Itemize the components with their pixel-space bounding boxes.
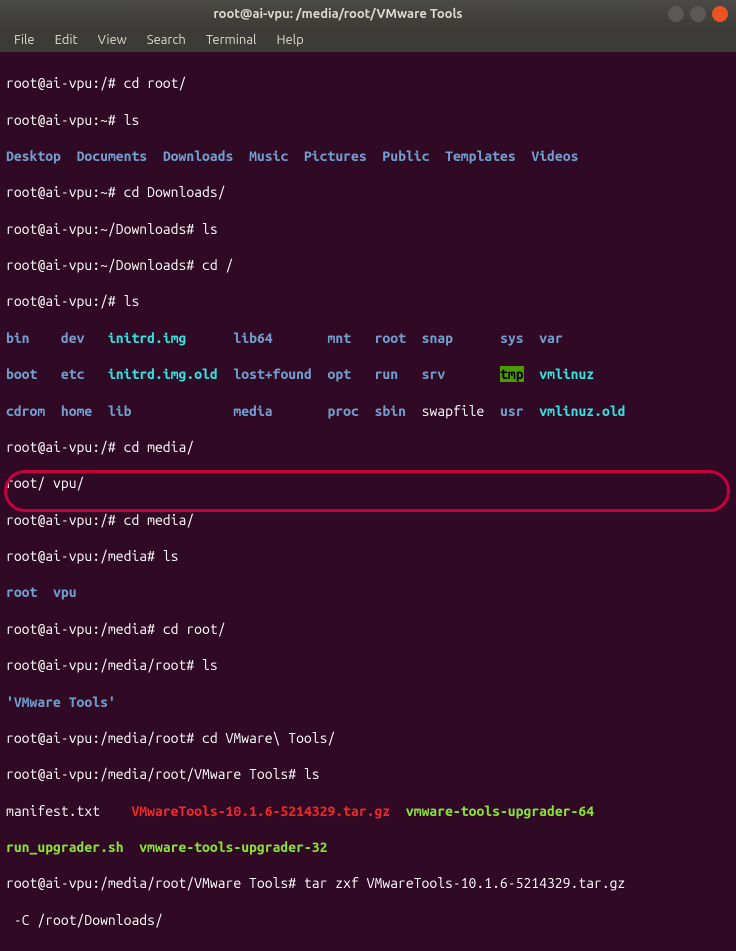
dir-item: Music (249, 148, 288, 164)
command: ls (124, 112, 140, 128)
dir-item: dev (61, 330, 85, 346)
dir-item: var (539, 330, 563, 346)
dir-item: Desktop (6, 148, 61, 164)
file-item: swapfile (422, 403, 485, 419)
dir-item: Public (382, 148, 429, 164)
menubar: File Edit View Search Terminal Help (0, 28, 736, 52)
dir-item: Videos (531, 148, 578, 164)
menu-help[interactable]: Help (268, 30, 311, 51)
dir-item: opt (328, 366, 352, 382)
prompt: root@ai-vpu:/# (6, 293, 124, 309)
dir-item: Documents (77, 148, 148, 164)
dir-item: Pictures (304, 148, 367, 164)
terminal-output[interactable]: root@ai-vpu:/# cd root/ root@ai-vpu:~# l… (0, 52, 736, 951)
dir-item: proc (328, 403, 359, 419)
link-item: vmlinuz.old (539, 403, 625, 419)
dir-item: root (6, 584, 37, 600)
exec-item: vmware-tools-upgrader-32 (139, 839, 327, 855)
command: cd media/ (124, 512, 195, 528)
prompt: root@ai-vpu:/# (6, 439, 124, 455)
command-continuation: -C /root/Downloads/ (6, 912, 163, 928)
dir-item: cdrom (6, 403, 45, 419)
command: tar zxf VMwareTools-10.1.6-5214329.tar.g… (304, 875, 625, 891)
archive-item: VMwareTools-10.1.6-5214329.tar.gz (131, 803, 390, 819)
prompt: root@ai-vpu:~# (6, 112, 124, 128)
prompt: root@ai-vpu:/media# (6, 548, 163, 564)
menu-file[interactable]: File (6, 30, 43, 51)
command: ls (163, 548, 179, 564)
dir-item: srv (422, 366, 446, 382)
menu-search[interactable]: Search (139, 30, 194, 51)
link-item: initrd.img (108, 330, 186, 346)
window-controls (668, 6, 728, 22)
link-item: initrd.img.old (108, 366, 218, 382)
file-item: manifest.txt (6, 803, 100, 819)
prompt: root@ai-vpu:/media/root/VMware Tools# (6, 766, 304, 782)
dir-item: home (61, 403, 92, 419)
output: root/ vpu/ (6, 475, 84, 491)
prompt: root@ai-vpu:/media# (6, 621, 163, 637)
minimize-icon[interactable] (668, 6, 684, 22)
dir-item: media (233, 403, 272, 419)
dir-item: mnt (328, 330, 352, 346)
command: cd / (202, 257, 233, 273)
command: cd root/ (124, 75, 187, 91)
dir-item: snap (422, 330, 453, 346)
prompt: root@ai-vpu:/media/root# (6, 730, 202, 746)
maximize-icon[interactable] (690, 6, 706, 22)
dir-item: lib (108, 403, 132, 419)
command: cd VMware\ Tools/ (202, 730, 335, 746)
menu-terminal[interactable]: Terminal (198, 30, 265, 51)
command: cd Downloads/ (124, 184, 226, 200)
dir-item: lib64 (233, 330, 272, 346)
dir-item: sbin (375, 403, 406, 419)
command: ls (124, 293, 140, 309)
dir-item: 'VMware Tools' (6, 694, 116, 710)
dir-item: etc (61, 366, 85, 382)
command: ls (202, 657, 218, 673)
prompt: root@ai-vpu:/# (6, 75, 124, 91)
prompt: root@ai-vpu:/media/root# (6, 657, 202, 673)
window-title: root@ai-vpu: /media/root/VMware Tools (8, 6, 668, 23)
prompt: root@ai-vpu:/# (6, 512, 124, 528)
dir-item: lost+found (233, 366, 311, 382)
exec-item: run_upgrader.sh (6, 839, 124, 855)
command: ls (304, 766, 320, 782)
link-item: vmlinuz (539, 366, 594, 382)
prompt: root@ai-vpu:~/Downloads# (6, 221, 202, 237)
titlebar: root@ai-vpu: /media/root/VMware Tools (0, 0, 736, 28)
dir-item: usr (500, 403, 524, 419)
menu-view[interactable]: View (90, 30, 135, 51)
close-icon[interactable] (712, 6, 728, 22)
dir-item: Downloads (163, 148, 234, 164)
menu-edit[interactable]: Edit (47, 30, 86, 51)
dir-item: vpu (53, 584, 77, 600)
dir-item: boot (6, 366, 37, 382)
prompt: root@ai-vpu:~# (6, 184, 124, 200)
dir-item: bin (6, 330, 30, 346)
dir-item: root (375, 330, 406, 346)
dir-item: Templates (445, 148, 516, 164)
sticky-dir: tmp (500, 366, 524, 382)
dir-item: sys (500, 330, 524, 346)
command: ls (202, 221, 218, 237)
dir-item: run (375, 366, 399, 382)
exec-item: vmware-tools-upgrader-64 (406, 803, 594, 819)
prompt: root@ai-vpu:/media/root/VMware Tools# (6, 875, 304, 891)
command: cd root/ (163, 621, 226, 637)
command: cd media/ (124, 439, 195, 455)
prompt: root@ai-vpu:~/Downloads# (6, 257, 202, 273)
